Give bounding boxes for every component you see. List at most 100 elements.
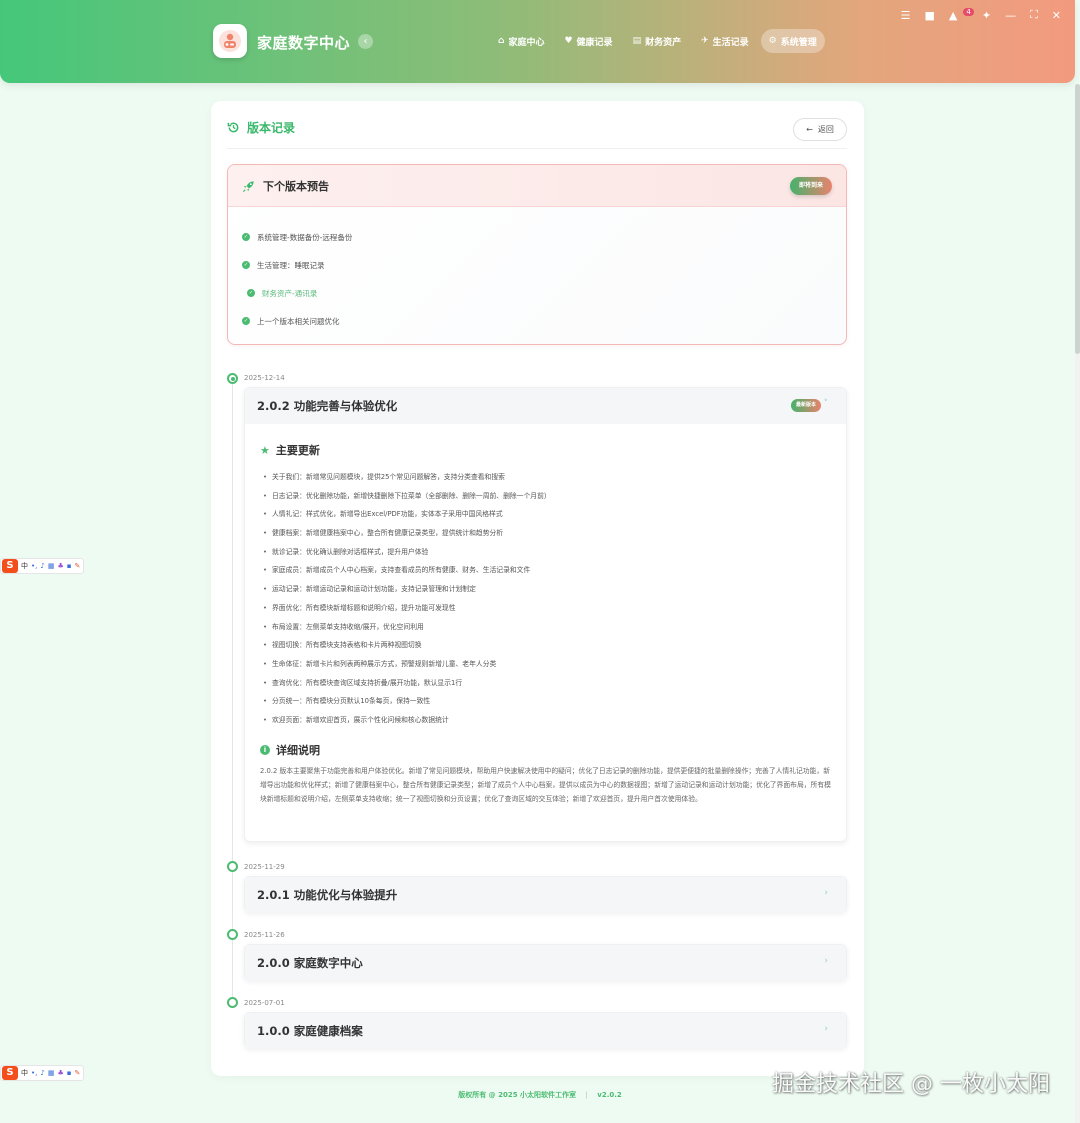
wallet-icon: ▤ bbox=[632, 36, 642, 46]
update-item: 就诊记录：优化确认删除对话框样式，提升用户体验 bbox=[260, 543, 831, 562]
version-header[interactable]: 2.0.0 家庭数字中心 › bbox=[245, 945, 846, 981]
update-item: 人情礼记：样式优化，新增导出Excel/PDF功能，实体本子采用中国风格样式 bbox=[260, 505, 831, 524]
scrollbar-thumb[interactable] bbox=[1075, 84, 1080, 354]
back-button[interactable]: ← 返回 bbox=[793, 118, 847, 141]
version-card-1-0-0[interactable]: 1.0.0 家庭健康档案 › bbox=[244, 1012, 847, 1049]
page-title: 版本记录 bbox=[227, 119, 295, 136]
footer-separator: | bbox=[585, 1091, 588, 1099]
nav-item-life[interactable]: ✈ 生活记录 bbox=[693, 29, 757, 53]
minimize-icon[interactable]: — bbox=[1005, 9, 1016, 22]
update-item: 视图切换：所有模块支持表格和卡片两种视图切换 bbox=[260, 636, 831, 655]
preview-header: 下个版本预告 即将到来 bbox=[228, 165, 846, 207]
version-header[interactable]: 2.0.1 功能优化与体验提升 › bbox=[245, 877, 846, 913]
version-header[interactable]: 2.0.2 功能完善与体验优化 最新版本 ˅ bbox=[245, 388, 846, 424]
version-title: 2.0.2 功能完善与体验优化 bbox=[257, 399, 398, 413]
timeline-dot bbox=[227, 861, 238, 872]
nav-item-finance[interactable]: ▤ 财务资产 bbox=[625, 29, 690, 53]
keyboard-icon: ▦ bbox=[47, 562, 55, 570]
chevron-right-icon[interactable]: › bbox=[824, 888, 828, 898]
preview-item: ✓ 系统管理-数据备份-远程备份 bbox=[242, 223, 352, 251]
preview-title-text: 下个版本预告 bbox=[263, 180, 329, 193]
nav-item-system[interactable]: ⚙ 系统管理 bbox=[760, 29, 825, 53]
card-header: 版本记录 ← 返回 bbox=[227, 118, 847, 149]
main-updates-heading: ★ 主要更新 bbox=[260, 442, 831, 458]
timeline-dot bbox=[227, 929, 238, 940]
chevron-down-icon[interactable]: ˅ bbox=[824, 399, 829, 409]
detail-text: 2.0.2 版本主要聚焦于功能完善和用户体验优化。新增了常见问题模块，帮助用户快… bbox=[260, 766, 831, 803]
punctuation-icon: •, bbox=[31, 562, 38, 570]
nav-label: 财务资产 bbox=[645, 37, 682, 48]
version-date: 2025-12-14 bbox=[244, 374, 285, 382]
version-title: 1.0.0 家庭健康档案 bbox=[257, 1024, 363, 1038]
app-logo[interactable] bbox=[213, 24, 247, 58]
bell-icon[interactable]: ▲ 4 bbox=[949, 7, 974, 22]
preview-item-text: 财务资产-通讯录 bbox=[262, 288, 318, 298]
timeline-dot bbox=[227, 997, 238, 1008]
watermark: 掘金技术社区 @ 一枚小太阳 bbox=[772, 1072, 1050, 1097]
section-title: 详细说明 bbox=[276, 743, 320, 757]
mic-icon: ♪ bbox=[40, 562, 45, 570]
info-icon: i bbox=[260, 744, 270, 755]
nav-label: 健康记录 bbox=[576, 37, 613, 48]
ime-mode: 中 bbox=[21, 1069, 28, 1077]
grid-icon: ▪ bbox=[66, 562, 72, 570]
version-title: 2.0.0 家庭数字中心 bbox=[257, 956, 363, 970]
close-icon[interactable]: ✕ bbox=[1052, 9, 1061, 22]
version-card-2-0-2: 2.0.2 功能完善与体验优化 最新版本 ˅ ★ 主要更新 关于我们：新增常见问… bbox=[244, 387, 847, 842]
update-item: 界面优化：所有模块新增标题和说明介绍，提升功能可发现性 bbox=[260, 599, 831, 618]
shirt-icon: ♣ bbox=[57, 562, 64, 570]
section-title: 主要更新 bbox=[275, 444, 320, 457]
version-card-2-0-0[interactable]: 2.0.0 家庭数字中心 › bbox=[244, 944, 847, 981]
pin-icon[interactable]: ✦ bbox=[982, 9, 991, 22]
notification-badge: 4 bbox=[963, 7, 974, 16]
sliders-icon[interactable]: ☰ bbox=[901, 9, 911, 22]
more-icon: ✎ bbox=[74, 562, 81, 570]
back-label: 返回 bbox=[817, 125, 834, 134]
app-title: 家庭数字中心 bbox=[257, 34, 351, 52]
ime-toolbar[interactable]: S 中 •, ♪ ▦ ♣ ▪ ✎ bbox=[0, 558, 85, 574]
update-item: 健康档案：新增健康档案中心，整合所有健康记录类型，提供统计和趋势分析 bbox=[260, 524, 831, 543]
collapse-sidebar-button[interactable]: ‹ bbox=[358, 34, 373, 49]
version-title: 2.0.1 功能优化与体验提升 bbox=[257, 888, 398, 902]
update-item: 家庭成员：新增成员个人中心档案，支持查看成员的所有健康、财务、生活记录和文件 bbox=[260, 561, 831, 580]
nav-item-health[interactable]: ♥ 健康记录 bbox=[556, 29, 620, 53]
preview-item-text: 系统管理-数据备份-远程备份 bbox=[257, 232, 353, 242]
check-circle-icon: ✓ bbox=[242, 317, 250, 325]
update-list: 关于我们：新增常见问题模块，提供25个常见问题解答，支持分类查看和搜索日志记录：… bbox=[260, 468, 831, 730]
check-circle-icon: ✓ bbox=[242, 261, 250, 269]
top-header: 家庭数字中心 ‹ ⌂ 家庭中心 ♥ 健康记录 ▤ 财务资产 ✈ 生活记录 ⚙ 系… bbox=[0, 0, 1075, 83]
preview-list: ✓ 系统管理-数据备份-远程备份 ✓ 生活管理：睡眠记录 ✓ 财务资产-通讯录 … bbox=[242, 223, 352, 335]
coming-soon-badge: 即将到来 bbox=[789, 177, 832, 195]
check-circle-icon: ✓ bbox=[247, 289, 255, 297]
sogou-logo-icon: S bbox=[2, 1066, 18, 1080]
ime-toolbar[interactable]: S 中 •, ♪ ▦ ♣ ▪ ✎ bbox=[0, 1065, 85, 1081]
latest-version-badge: 最新版本 bbox=[790, 399, 821, 412]
chevron-right-icon[interactable]: › bbox=[824, 956, 828, 966]
chevron-right-icon[interactable]: › bbox=[824, 1024, 828, 1034]
preview-item-text: 上一个版本相关问题优化 bbox=[257, 316, 340, 326]
nav-label: 家庭中心 bbox=[508, 37, 545, 48]
copyright-text: 版权所有 @ 2025 小太阳软件工作室 bbox=[458, 1091, 577, 1099]
timeline-line bbox=[232, 381, 233, 1006]
preview-title: 下个版本预告 bbox=[242, 178, 329, 194]
update-item: 分页统一：所有模块分页默认10条每页，保持一致性 bbox=[260, 692, 831, 711]
version-date: 2025-11-26 bbox=[244, 931, 285, 939]
home-icon: ⌂ bbox=[498, 36, 505, 46]
keyboard-icon: ▦ bbox=[47, 1069, 55, 1077]
history-icon bbox=[227, 122, 239, 133]
update-item: 查询优化：所有模块查询区域支持折叠/展开功能，默认显示1行 bbox=[260, 674, 831, 693]
nav-item-home[interactable]: ⌂ 家庭中心 bbox=[490, 29, 552, 53]
maximize-icon[interactable]: ⛶ bbox=[1030, 8, 1038, 22]
version-body: ★ 主要更新 关于我们：新增常见问题模块，提供25个常见问题解答，支持分类查看和… bbox=[245, 424, 846, 806]
sogou-logo-icon: S bbox=[2, 559, 18, 573]
preview-item: ✓ 生活管理：睡眠记录 bbox=[242, 251, 352, 279]
mic-icon: ♪ bbox=[40, 1069, 45, 1077]
rocket-icon bbox=[242, 180, 254, 192]
check-circle-icon: ✓ bbox=[242, 233, 250, 241]
detail-heading: i 详细说明 bbox=[260, 742, 831, 758]
heart-icon: ♥ bbox=[564, 36, 573, 46]
version-card-2-0-1[interactable]: 2.0.1 功能优化与体验提升 › bbox=[244, 876, 847, 913]
update-item: 关于我们：新增常见问题模块，提供25个常见问题解答，支持分类查看和搜索 bbox=[260, 468, 831, 487]
lock-icon[interactable]: ■ bbox=[925, 9, 935, 22]
version-header[interactable]: 1.0.0 家庭健康档案 › bbox=[245, 1013, 846, 1049]
